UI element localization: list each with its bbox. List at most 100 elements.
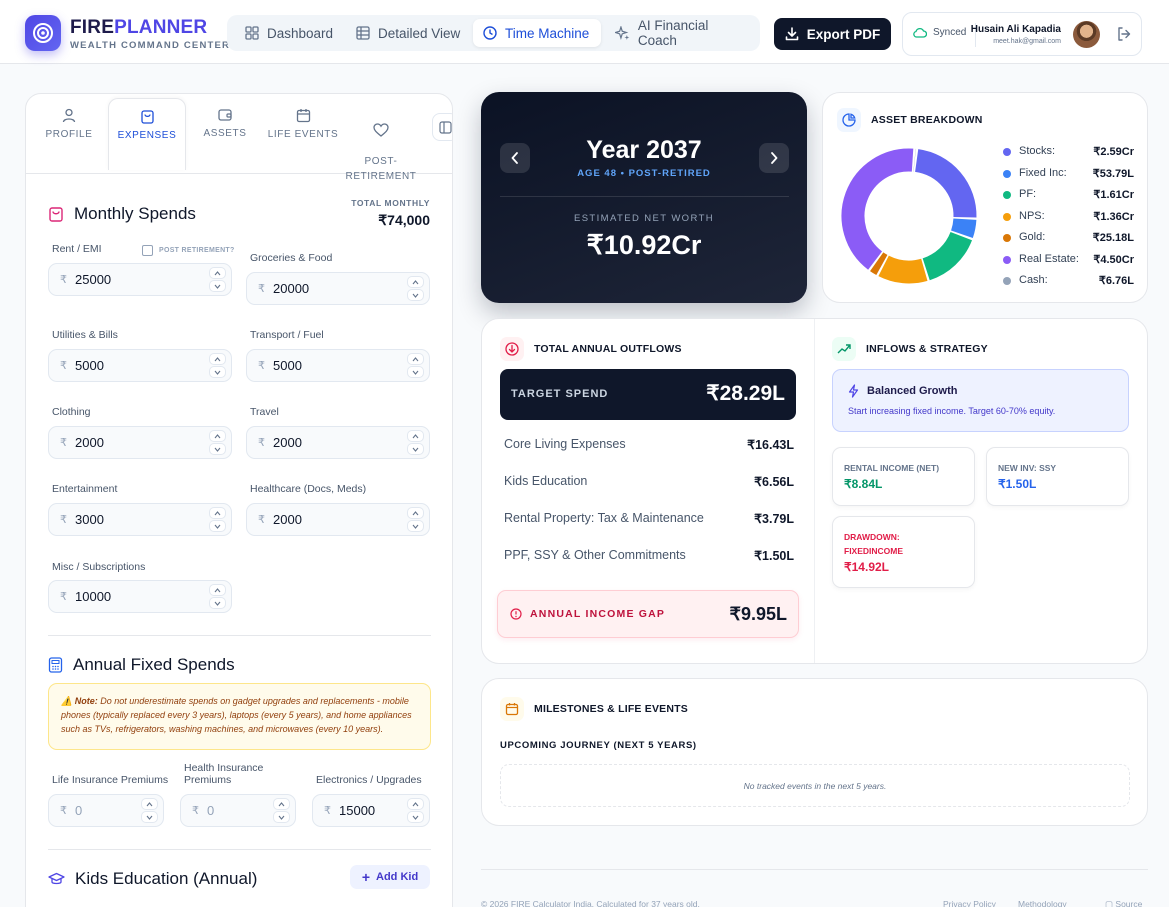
number-stepper[interactable] <box>141 798 159 823</box>
chevron-down-icon[interactable] <box>209 443 226 455</box>
wallet-icon <box>217 109 232 121</box>
rupee-icon: ₹ <box>60 437 67 449</box>
chevron-down-icon[interactable] <box>209 597 226 609</box>
chevron-up-icon[interactable] <box>209 353 226 365</box>
healthcare-input[interactable]: ₹2000 <box>246 503 430 536</box>
utilities-input[interactable]: ₹5000 <box>48 349 232 382</box>
nav-ai-coach[interactable]: AI Financial Coach <box>605 18 760 48</box>
net-worth-value: ₹10.92Cr <box>586 230 702 260</box>
rent-emi-input[interactable]: ₹25000 <box>48 263 232 296</box>
chevron-down-icon[interactable] <box>407 289 424 301</box>
legend-item: Real Estate: ₹4.50Cr <box>1003 252 1134 268</box>
add-kid-button[interactable]: + Add Kid <box>350 865 430 889</box>
chevron-up-icon[interactable] <box>209 507 226 519</box>
post-retirement-checkbox[interactable] <box>142 245 153 256</box>
donut-slice-stocks <box>914 149 977 218</box>
collapse-panel-button[interactable] <box>432 113 452 141</box>
chevron-down-icon[interactable] <box>273 811 290 823</box>
chevron-up-icon[interactable] <box>407 430 424 442</box>
life-insurance-input[interactable]: ₹0 <box>48 794 164 827</box>
target-spend-value: ₹28.29L <box>706 382 785 405</box>
outflow-row: Kids Education ₹6.56L <box>504 474 794 489</box>
sparkles-icon <box>615 25 630 40</box>
entertainment-input[interactable]: ₹3000 <box>48 503 232 536</box>
export-pdf-button[interactable]: Export PDF <box>774 18 891 50</box>
transport-input[interactable]: ₹5000 <box>246 349 430 382</box>
cloud-icon <box>913 27 927 38</box>
clothing-input[interactable]: ₹2000 <box>48 426 232 459</box>
number-stepper[interactable] <box>209 430 227 455</box>
chevron-down-icon[interactable] <box>209 366 226 378</box>
avatar[interactable] <box>1073 21 1100 48</box>
chevron-down-icon[interactable] <box>209 280 226 292</box>
warning-icon: ⚠️ <box>61 696 75 706</box>
electronics-input[interactable]: ₹15000 <box>312 794 430 827</box>
tab-expenses[interactable]: EXPENSES <box>108 98 186 170</box>
source-link[interactable]: ▢ Source <box>1105 899 1142 907</box>
chevron-down-icon[interactable] <box>407 520 424 532</box>
chevron-up-icon[interactable] <box>209 267 226 279</box>
chevron-up-icon[interactable] <box>209 430 226 442</box>
post-retirement-label: POST RETIREMENT? <box>159 247 235 254</box>
legend-value: ₹25.18L <box>1092 232 1134 244</box>
inflows-title: INFLOWS & STRATEGY <box>832 337 988 361</box>
sidebar-icon <box>439 121 452 134</box>
number-stepper[interactable] <box>209 267 227 292</box>
strategy-title: Balanced Growth <box>867 385 958 397</box>
number-stepper[interactable] <box>407 430 425 455</box>
brand-title: FIREPLANNER <box>70 17 208 38</box>
year-title: Year 2037 <box>586 136 702 164</box>
logo-icon[interactable] <box>25 15 61 51</box>
misc-input[interactable]: ₹10000 <box>48 580 232 613</box>
chevron-up-icon[interactable] <box>141 798 158 810</box>
gadget-note: ⚠️ Note: Do not underestimate spends on … <box>48 683 431 750</box>
number-stepper[interactable] <box>209 507 227 532</box>
tab-assets[interactable]: ASSETS <box>186 98 264 170</box>
chevron-up-icon[interactable] <box>407 798 424 810</box>
legend-item: NPS: ₹1.36Cr <box>1003 209 1134 225</box>
tab-profile[interactable]: PROFILE <box>30 98 108 170</box>
chevron-down-icon[interactable] <box>407 811 424 823</box>
tab-life-events[interactable]: LIFE EVENTS <box>264 98 342 170</box>
travel-input[interactable]: ₹2000 <box>246 426 430 459</box>
clock-icon <box>483 26 497 40</box>
number-stepper[interactable] <box>209 584 227 609</box>
methodology-link[interactable]: Methodology <box>1018 899 1067 907</box>
nav-dashboard[interactable]: Dashboard <box>235 19 343 47</box>
chevron-up-icon[interactable] <box>273 798 290 810</box>
number-stepper[interactable] <box>407 276 425 301</box>
shopping-bag-icon <box>49 207 63 222</box>
user-menu[interactable]: Synced Husain Ali Kapadia meet.hak@gmail… <box>902 12 1142 56</box>
chevron-down-icon[interactable] <box>209 520 226 532</box>
tab-post-retirement[interactable]: POST- RETIREMENT <box>342 98 420 182</box>
chevron-down-icon[interactable] <box>407 366 424 378</box>
chevron-up-icon[interactable] <box>407 353 424 365</box>
field-label: Travel <box>250 406 279 418</box>
field-label: Transport / Fuel <box>250 329 324 341</box>
logout-icon[interactable] <box>1116 26 1132 42</box>
milestones-subtitle: UPCOMING JOURNEY (NEXT 5 YEARS) <box>500 740 697 751</box>
chevron-up-icon[interactable] <box>407 507 424 519</box>
table-icon <box>356 26 370 40</box>
pie-chart-icon <box>837 108 861 132</box>
strategy-description: Start increasing fixed income. Target 60… <box>848 406 1056 416</box>
nav-detailed-view[interactable]: Detailed View <box>346 19 470 47</box>
number-stepper[interactable] <box>407 353 425 378</box>
field-label: Utilities & Bills <box>52 329 118 341</box>
arrow-down-circle-icon <box>500 337 524 361</box>
chevron-down-icon[interactable] <box>407 443 424 455</box>
legend-dot <box>1003 191 1011 199</box>
health-insurance-input[interactable]: ₹0 <box>180 794 296 827</box>
outflow-row: PPF, SSY & Other Commitments ₹1.50L <box>504 548 794 563</box>
number-stepper[interactable] <box>209 353 227 378</box>
number-stepper[interactable] <box>407 507 425 532</box>
number-stepper[interactable] <box>407 798 425 823</box>
number-stepper[interactable] <box>273 798 291 823</box>
privacy-link[interactable]: Privacy Policy <box>943 899 996 907</box>
chevron-up-icon[interactable] <box>407 276 424 288</box>
chevron-up-icon[interactable] <box>209 584 226 596</box>
chevron-down-icon[interactable] <box>141 811 158 823</box>
nav-time-machine[interactable]: Time Machine <box>473 19 601 47</box>
groceries-input[interactable]: ₹20000 <box>246 272 430 305</box>
empty-state: No tracked events in the next 5 years. <box>500 764 1130 807</box>
